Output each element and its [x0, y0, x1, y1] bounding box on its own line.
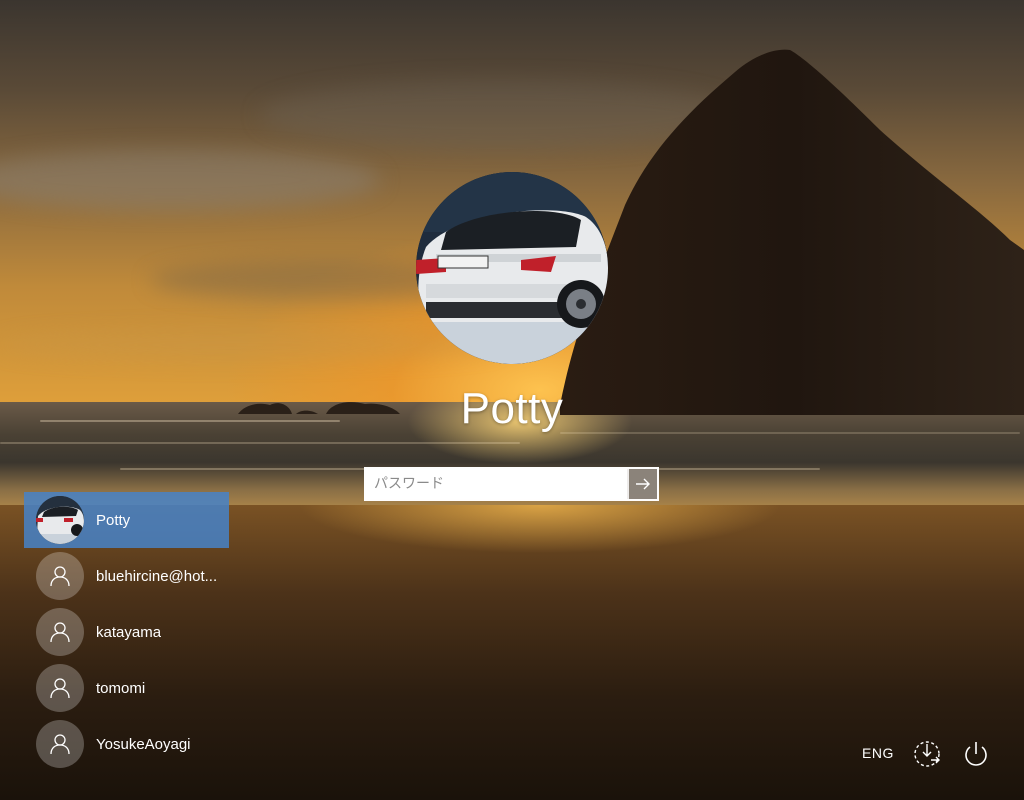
user-avatar [36, 496, 84, 544]
selected-user-name: Potty [460, 384, 564, 433]
user-item-yosukeaoyagi[interactable]: YosukeAoyagi [24, 716, 229, 772]
car-photo-image [416, 172, 608, 364]
user-label: tomomi [96, 679, 146, 697]
user-list: Potty bluehircine@hot... katayama tomomi [24, 492, 229, 772]
selected-user-avatar [416, 172, 608, 364]
user-item-potty[interactable]: Potty [24, 492, 229, 548]
person-icon [50, 622, 70, 643]
power-button[interactable] [960, 738, 992, 770]
ease-of-access-icon [914, 741, 940, 767]
user-label: Potty [96, 511, 131, 529]
user-avatar [36, 664, 84, 712]
submit-button[interactable] [627, 469, 657, 499]
input-language-indicator[interactable]: ENG [862, 745, 894, 761]
person-icon [50, 734, 70, 755]
user-avatar [36, 552, 84, 600]
arrow-right-icon [636, 478, 650, 490]
user-item-katayama[interactable]: katayama [24, 604, 229, 660]
user-item-bluehircine[interactable]: bluehircine@hot... [24, 548, 229, 604]
car-photo-thumbnail [36, 496, 84, 544]
password-field-container [364, 467, 659, 501]
person-icon [50, 678, 70, 699]
user-item-tomomi[interactable]: tomomi [24, 660, 229, 716]
power-icon [965, 742, 987, 766]
ease-of-access-button[interactable] [911, 738, 943, 770]
person-icon [50, 566, 70, 587]
user-label: katayama [96, 623, 162, 641]
password-input[interactable] [366, 469, 627, 499]
user-label: YosukeAoyagi [96, 735, 191, 753]
user-avatar [36, 608, 84, 656]
user-avatar [36, 720, 84, 768]
user-label: bluehircine@hot... [96, 567, 218, 585]
